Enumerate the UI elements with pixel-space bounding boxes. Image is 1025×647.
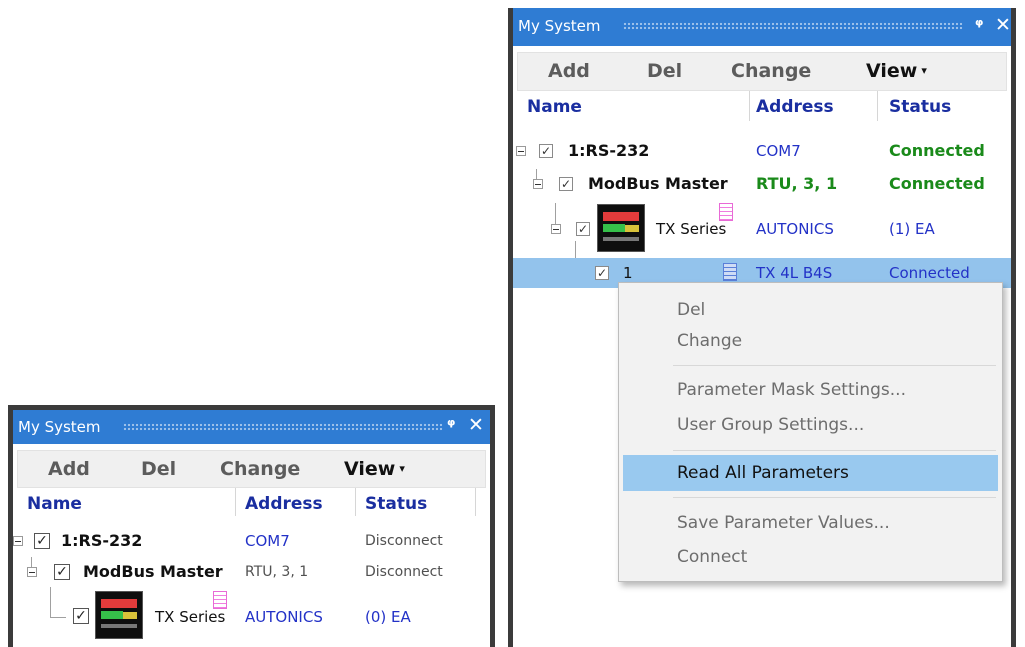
tree-row[interactable]: ✓ TX Series AUTONICS (1) EA xyxy=(513,203,1011,255)
memo-icon[interactable] xyxy=(723,263,737,281)
row-name: 1:RS-232 xyxy=(61,531,143,550)
column-address[interactable]: Address xyxy=(756,97,834,117)
collapse-icon[interactable] xyxy=(533,179,543,189)
tree-row[interactable]: ✓ 1:RS-232 COM7 Disconnect xyxy=(13,526,490,556)
del-button[interactable]: Del xyxy=(141,458,176,480)
chevron-down-icon: ▾ xyxy=(399,462,405,475)
row-checkbox[interactable]: ✓ xyxy=(576,222,590,236)
row-status: (0) EA xyxy=(365,608,411,626)
menu-item-label: Change xyxy=(677,331,743,351)
del-button[interactable]: Del xyxy=(647,60,682,82)
menu-item-label: Del xyxy=(677,300,706,320)
view-label: View xyxy=(344,458,396,480)
menu-item-label: Connect xyxy=(677,547,748,567)
column-divider[interactable] xyxy=(475,488,476,516)
collapse-icon[interactable] xyxy=(551,224,561,234)
row-address: RTU, 3, 1 xyxy=(245,564,309,580)
menu-separator xyxy=(673,497,996,498)
collapse-icon[interactable] xyxy=(516,146,526,156)
view-dropdown[interactable]: View ▾ xyxy=(866,60,927,82)
chevron-down-icon: ▾ xyxy=(921,64,927,77)
menu-item-save-parameter-values[interactable]: Save Parameter Values... xyxy=(623,505,998,541)
drag-grip[interactable] xyxy=(123,423,443,431)
column-status[interactable]: Status xyxy=(365,494,427,514)
row-status: Connected xyxy=(889,141,985,160)
row-status: Disconnect xyxy=(365,533,443,549)
column-name[interactable]: Name xyxy=(527,97,582,117)
row-name: 1:RS-232 xyxy=(568,141,650,160)
menu-item-connect[interactable]: Connect xyxy=(623,539,998,575)
add-button[interactable]: Add xyxy=(48,458,90,480)
menu-item-label: Save Parameter Values... xyxy=(677,513,890,533)
row-address: AUTONICS xyxy=(245,608,323,626)
column-divider[interactable] xyxy=(749,91,750,121)
row-status: Connected xyxy=(889,264,970,282)
column-address[interactable]: Address xyxy=(245,494,323,514)
row-checkbox[interactable]: ✓ xyxy=(73,608,89,624)
row-address: AUTONICS xyxy=(756,220,834,238)
row-status: Connected xyxy=(889,174,985,193)
pin-icon[interactable]: ᵠ xyxy=(447,416,455,436)
row-status: (1) EA xyxy=(889,220,935,238)
row-address: COM7 xyxy=(756,142,801,160)
row-address: RTU, 3, 1 xyxy=(756,174,838,193)
column-header: Name Address Status xyxy=(513,91,1011,121)
tree-row[interactable]: ✓ ModBus Master RTU, 3, 1 Disconnect xyxy=(13,557,490,587)
row-name: ModBus Master xyxy=(83,562,223,581)
panel-title: My System xyxy=(18,418,101,436)
memo-icon[interactable] xyxy=(719,203,733,221)
panel-toolbar: Add Del Change View ▾ xyxy=(517,52,1007,91)
row-checkbox[interactable]: ✓ xyxy=(34,533,50,549)
column-divider[interactable] xyxy=(355,488,356,516)
row-address: TX 4L B4S xyxy=(756,264,833,282)
row-checkbox[interactable]: ✓ xyxy=(559,177,573,191)
row-checkbox[interactable]: ✓ xyxy=(595,266,609,280)
change-button[interactable]: Change xyxy=(731,60,811,82)
tx-series-device-icon xyxy=(597,204,645,252)
tree-row[interactable]: ✓ ModBus Master RTU, 3, 1 Connected xyxy=(513,169,1011,199)
memo-icon[interactable] xyxy=(213,591,227,609)
column-divider[interactable] xyxy=(877,91,878,121)
column-header: Name Address Status xyxy=(13,488,490,516)
panel-title: My System xyxy=(518,17,601,35)
menu-item-user-group-settings[interactable]: User Group Settings... xyxy=(623,407,998,443)
change-button[interactable]: Change xyxy=(220,458,300,480)
row-name: TX Series xyxy=(656,220,727,238)
menu-separator xyxy=(673,450,996,451)
panel-titlebar[interactable]: My System ᵠ ✕ xyxy=(513,8,1011,46)
row-checkbox[interactable]: ✓ xyxy=(54,564,70,580)
pin-icon[interactable]: ᵠ xyxy=(975,16,983,36)
menu-item-label: Parameter Mask Settings... xyxy=(677,380,906,400)
drag-grip[interactable] xyxy=(623,22,963,30)
collapse-icon[interactable] xyxy=(13,536,23,546)
close-icon[interactable]: ✕ xyxy=(995,14,1011,36)
my-system-panel-left: My System ᵠ ✕ Add Del Change View ▾ Name … xyxy=(8,405,495,647)
column-divider[interactable] xyxy=(235,488,236,516)
row-name: ModBus Master xyxy=(588,174,728,193)
row-name: 1 xyxy=(623,264,633,282)
row-address: COM7 xyxy=(245,532,290,550)
panel-titlebar[interactable]: My System ᵠ ✕ xyxy=(13,410,490,444)
context-menu: Del Change Parameter Mask Settings... Us… xyxy=(618,282,1003,582)
add-button[interactable]: Add xyxy=(548,60,590,82)
row-status: Disconnect xyxy=(365,564,443,580)
menu-item-label: User Group Settings... xyxy=(677,415,865,435)
close-icon[interactable]: ✕ xyxy=(468,414,484,436)
column-status[interactable]: Status xyxy=(889,97,951,117)
menu-item-read-all-parameters[interactable]: Read All Parameters xyxy=(623,455,998,491)
collapse-icon[interactable] xyxy=(27,567,37,577)
view-dropdown[interactable]: View ▾ xyxy=(344,458,405,480)
panel-toolbar: Add Del Change View ▾ xyxy=(17,450,486,488)
view-label: View xyxy=(866,60,918,82)
menu-item-label: Read All Parameters xyxy=(677,463,849,483)
tree-row[interactable]: ✓ TX Series AUTONICS (0) EA xyxy=(13,589,490,643)
row-name: TX Series xyxy=(155,608,226,626)
row-checkbox[interactable]: ✓ xyxy=(539,144,553,158)
menu-separator xyxy=(673,365,996,366)
menu-item-parameter-mask-settings[interactable]: Parameter Mask Settings... xyxy=(623,372,998,408)
tree-row[interactable]: ✓ 1:RS-232 COM7 Connected xyxy=(513,136,1011,166)
menu-item-change[interactable]: Change xyxy=(623,323,998,359)
tx-series-device-icon xyxy=(95,591,143,639)
column-name[interactable]: Name xyxy=(27,494,82,514)
